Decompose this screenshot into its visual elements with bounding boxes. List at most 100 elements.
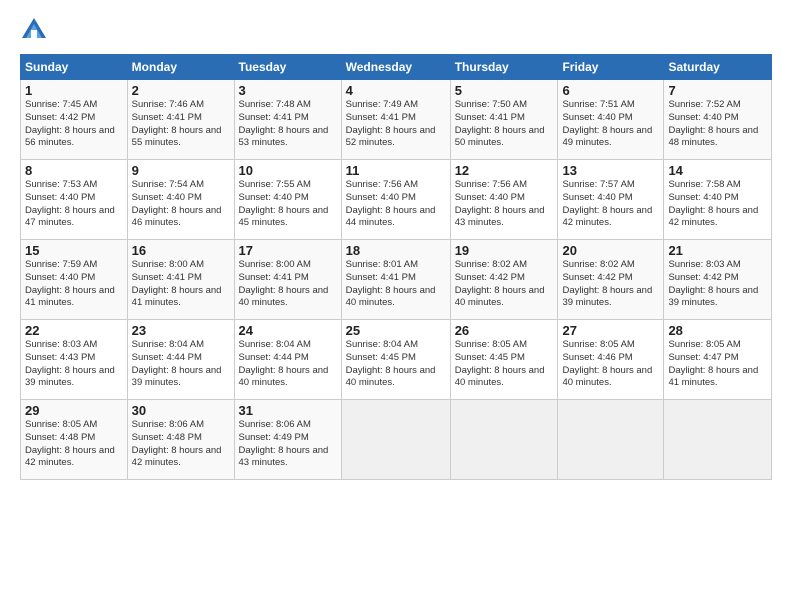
calendar-cell xyxy=(450,400,558,480)
day-number: 28 xyxy=(668,323,767,338)
calendar-cell: 22Sunrise: 8:03 AMSunset: 4:43 PMDayligh… xyxy=(21,320,128,400)
header xyxy=(20,16,772,44)
calendar-cell: 20Sunrise: 8:02 AMSunset: 4:42 PMDayligh… xyxy=(558,240,664,320)
day-number: 31 xyxy=(239,403,337,418)
calendar-cell: 19Sunrise: 8:02 AMSunset: 4:42 PMDayligh… xyxy=(450,240,558,320)
calendar-cell: 29Sunrise: 8:05 AMSunset: 4:48 PMDayligh… xyxy=(21,400,128,480)
calendar-cell: 1Sunrise: 7:45 AMSunset: 4:42 PMDaylight… xyxy=(21,80,128,160)
day-detail: Sunrise: 8:02 AMSunset: 4:42 PMDaylight:… xyxy=(562,259,659,310)
day-detail: Sunrise: 7:53 AMSunset: 4:40 PMDaylight:… xyxy=(25,179,123,230)
calendar-cell: 27Sunrise: 8:05 AMSunset: 4:46 PMDayligh… xyxy=(558,320,664,400)
day-detail: Sunrise: 8:00 AMSunset: 4:41 PMDaylight:… xyxy=(239,259,337,310)
day-number: 19 xyxy=(455,243,554,258)
calendar-cell: 30Sunrise: 8:06 AMSunset: 4:48 PMDayligh… xyxy=(127,400,234,480)
day-number: 2 xyxy=(132,83,230,98)
day-detail: Sunrise: 7:57 AMSunset: 4:40 PMDaylight:… xyxy=(562,179,659,230)
day-number: 16 xyxy=(132,243,230,258)
day-number: 9 xyxy=(132,163,230,178)
calendar-row-3: 15Sunrise: 7:59 AMSunset: 4:40 PMDayligh… xyxy=(21,240,772,320)
day-detail: Sunrise: 8:06 AMSunset: 4:48 PMDaylight:… xyxy=(132,419,230,470)
day-detail: Sunrise: 7:59 AMSunset: 4:40 PMDaylight:… xyxy=(25,259,123,310)
calendar-row-1: 1Sunrise: 7:45 AMSunset: 4:42 PMDaylight… xyxy=(21,80,772,160)
day-number: 17 xyxy=(239,243,337,258)
calendar-cell: 14Sunrise: 7:58 AMSunset: 4:40 PMDayligh… xyxy=(664,160,772,240)
day-detail: Sunrise: 8:06 AMSunset: 4:49 PMDaylight:… xyxy=(239,419,337,470)
day-detail: Sunrise: 7:54 AMSunset: 4:40 PMDaylight:… xyxy=(132,179,230,230)
day-number: 8 xyxy=(25,163,123,178)
day-detail: Sunrise: 7:46 AMSunset: 4:41 PMDaylight:… xyxy=(132,99,230,150)
calendar-cell: 5Sunrise: 7:50 AMSunset: 4:41 PMDaylight… xyxy=(450,80,558,160)
day-number: 20 xyxy=(562,243,659,258)
day-detail: Sunrise: 7:48 AMSunset: 4:41 PMDaylight:… xyxy=(239,99,337,150)
calendar-cell: 23Sunrise: 8:04 AMSunset: 4:44 PMDayligh… xyxy=(127,320,234,400)
calendar-table: SundayMondayTuesdayWednesdayThursdayFrid… xyxy=(20,54,772,480)
calendar-cell: 8Sunrise: 7:53 AMSunset: 4:40 PMDaylight… xyxy=(21,160,128,240)
calendar-cell: 26Sunrise: 8:05 AMSunset: 4:45 PMDayligh… xyxy=(450,320,558,400)
day-detail: Sunrise: 8:03 AMSunset: 4:42 PMDaylight:… xyxy=(668,259,767,310)
day-number: 21 xyxy=(668,243,767,258)
calendar-cell: 16Sunrise: 8:00 AMSunset: 4:41 PMDayligh… xyxy=(127,240,234,320)
day-number: 7 xyxy=(668,83,767,98)
calendar-cell: 28Sunrise: 8:05 AMSunset: 4:47 PMDayligh… xyxy=(664,320,772,400)
day-number: 11 xyxy=(346,163,446,178)
day-detail: Sunrise: 8:03 AMSunset: 4:43 PMDaylight:… xyxy=(25,339,123,390)
header-cell-sunday: Sunday xyxy=(21,55,128,80)
calendar-cell: 6Sunrise: 7:51 AMSunset: 4:40 PMDaylight… xyxy=(558,80,664,160)
calendar-cell: 12Sunrise: 7:56 AMSunset: 4:40 PMDayligh… xyxy=(450,160,558,240)
day-detail: Sunrise: 7:50 AMSunset: 4:41 PMDaylight:… xyxy=(455,99,554,150)
calendar-cell: 13Sunrise: 7:57 AMSunset: 4:40 PMDayligh… xyxy=(558,160,664,240)
calendar-cell xyxy=(341,400,450,480)
calendar-cell xyxy=(664,400,772,480)
day-detail: Sunrise: 7:58 AMSunset: 4:40 PMDaylight:… xyxy=(668,179,767,230)
day-number: 5 xyxy=(455,83,554,98)
day-detail: Sunrise: 7:45 AMSunset: 4:42 PMDaylight:… xyxy=(25,99,123,150)
calendar-row-2: 8Sunrise: 7:53 AMSunset: 4:40 PMDaylight… xyxy=(21,160,772,240)
day-detail: Sunrise: 8:05 AMSunset: 4:48 PMDaylight:… xyxy=(25,419,123,470)
day-detail: Sunrise: 8:04 AMSunset: 4:44 PMDaylight:… xyxy=(132,339,230,390)
header-cell-thursday: Thursday xyxy=(450,55,558,80)
day-detail: Sunrise: 7:49 AMSunset: 4:41 PMDaylight:… xyxy=(346,99,446,150)
day-number: 26 xyxy=(455,323,554,338)
day-number: 12 xyxy=(455,163,554,178)
calendar-cell: 15Sunrise: 7:59 AMSunset: 4:40 PMDayligh… xyxy=(21,240,128,320)
calendar-cell: 2Sunrise: 7:46 AMSunset: 4:41 PMDaylight… xyxy=(127,80,234,160)
day-detail: Sunrise: 7:55 AMSunset: 4:40 PMDaylight:… xyxy=(239,179,337,230)
calendar-cell: 3Sunrise: 7:48 AMSunset: 4:41 PMDaylight… xyxy=(234,80,341,160)
header-cell-saturday: Saturday xyxy=(664,55,772,80)
day-number: 30 xyxy=(132,403,230,418)
header-cell-monday: Monday xyxy=(127,55,234,80)
calendar-cell: 4Sunrise: 7:49 AMSunset: 4:41 PMDaylight… xyxy=(341,80,450,160)
day-number: 15 xyxy=(25,243,123,258)
day-detail: Sunrise: 8:04 AMSunset: 4:45 PMDaylight:… xyxy=(346,339,446,390)
day-detail: Sunrise: 8:05 AMSunset: 4:47 PMDaylight:… xyxy=(668,339,767,390)
day-detail: Sunrise: 8:00 AMSunset: 4:41 PMDaylight:… xyxy=(132,259,230,310)
day-number: 14 xyxy=(668,163,767,178)
logo-icon xyxy=(20,16,48,44)
calendar-cell xyxy=(558,400,664,480)
logo xyxy=(20,16,52,44)
calendar-cell: 10Sunrise: 7:55 AMSunset: 4:40 PMDayligh… xyxy=(234,160,341,240)
calendar-row-4: 22Sunrise: 8:03 AMSunset: 4:43 PMDayligh… xyxy=(21,320,772,400)
day-number: 23 xyxy=(132,323,230,338)
day-number: 6 xyxy=(562,83,659,98)
day-number: 29 xyxy=(25,403,123,418)
calendar-row-5: 29Sunrise: 8:05 AMSunset: 4:48 PMDayligh… xyxy=(21,400,772,480)
day-number: 22 xyxy=(25,323,123,338)
calendar-cell: 31Sunrise: 8:06 AMSunset: 4:49 PMDayligh… xyxy=(234,400,341,480)
day-number: 13 xyxy=(562,163,659,178)
day-detail: Sunrise: 8:05 AMSunset: 4:46 PMDaylight:… xyxy=(562,339,659,390)
day-detail: Sunrise: 8:01 AMSunset: 4:41 PMDaylight:… xyxy=(346,259,446,310)
day-detail: Sunrise: 8:02 AMSunset: 4:42 PMDaylight:… xyxy=(455,259,554,310)
day-detail: Sunrise: 8:05 AMSunset: 4:45 PMDaylight:… xyxy=(455,339,554,390)
header-row: SundayMondayTuesdayWednesdayThursdayFrid… xyxy=(21,55,772,80)
day-number: 18 xyxy=(346,243,446,258)
day-detail: Sunrise: 7:51 AMSunset: 4:40 PMDaylight:… xyxy=(562,99,659,150)
calendar-cell: 25Sunrise: 8:04 AMSunset: 4:45 PMDayligh… xyxy=(341,320,450,400)
day-number: 10 xyxy=(239,163,337,178)
calendar-cell: 17Sunrise: 8:00 AMSunset: 4:41 PMDayligh… xyxy=(234,240,341,320)
day-number: 25 xyxy=(346,323,446,338)
calendar-cell: 11Sunrise: 7:56 AMSunset: 4:40 PMDayligh… xyxy=(341,160,450,240)
day-detail: Sunrise: 8:04 AMSunset: 4:44 PMDaylight:… xyxy=(239,339,337,390)
day-detail: Sunrise: 7:56 AMSunset: 4:40 PMDaylight:… xyxy=(455,179,554,230)
calendar-cell: 18Sunrise: 8:01 AMSunset: 4:41 PMDayligh… xyxy=(341,240,450,320)
